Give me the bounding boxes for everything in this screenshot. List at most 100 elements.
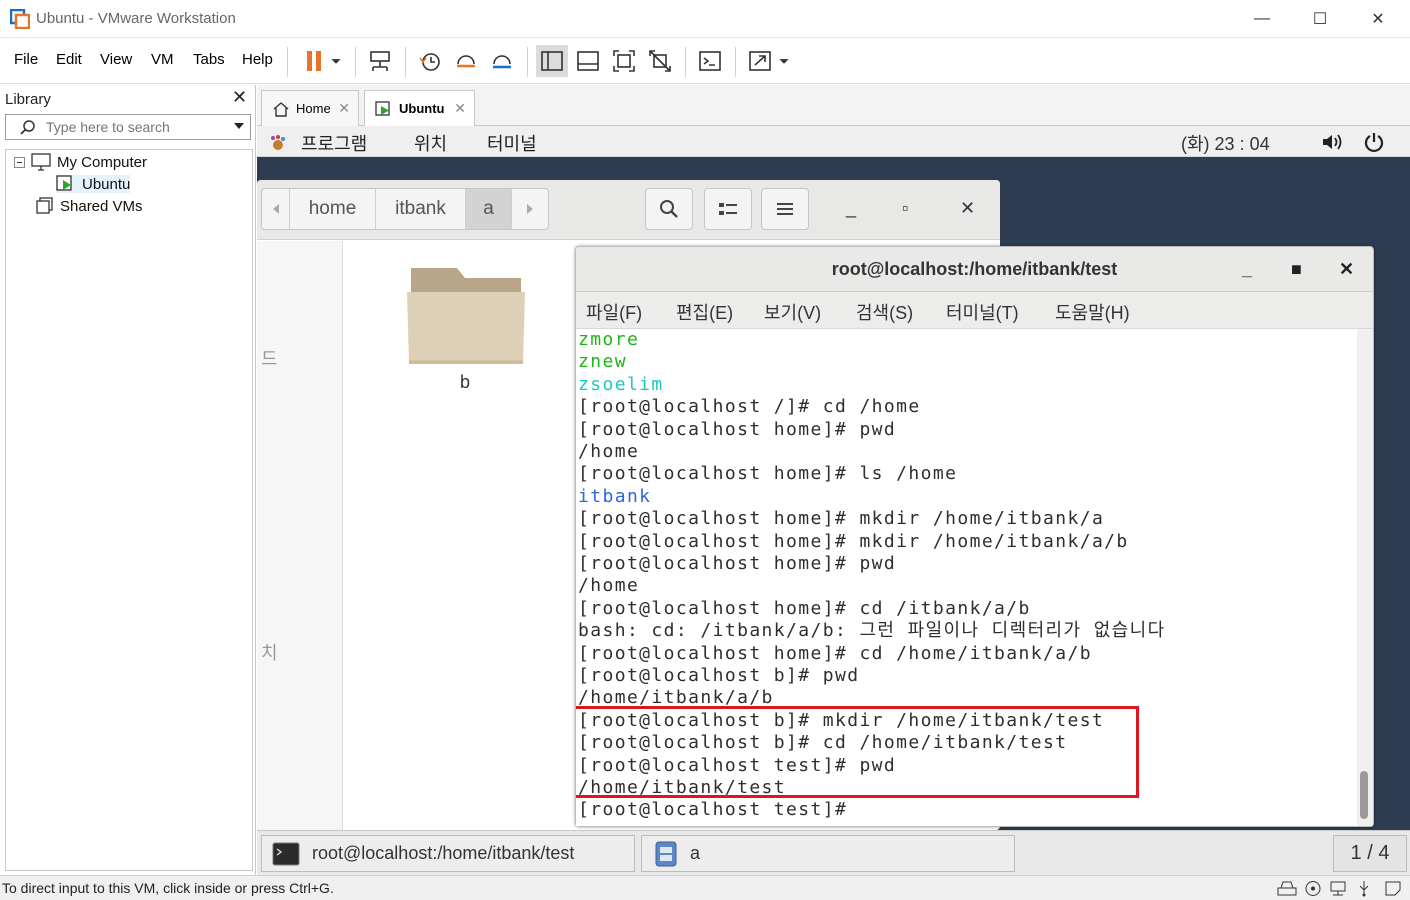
hard-disk-icon[interactable]	[1277, 880, 1297, 897]
library-search-input[interactable]	[46, 118, 226, 136]
terminal-line: /home	[578, 575, 640, 597]
revert-snapshot-button[interactable]	[450, 45, 482, 77]
terminal-line: [root@localhost home]# pwd	[578, 418, 897, 440]
send-ctrl-alt-del-button[interactable]	[364, 45, 396, 77]
folder-icon[interactable]	[405, 262, 527, 368]
terminal-menu-file[interactable]: 파일(F)	[586, 299, 642, 325]
places-menu[interactable]: 위치	[414, 130, 447, 156]
tree-item-ubuntu[interactable]: Ubuntu	[56, 175, 131, 193]
tab-strip: Home ✕ Ubuntu ✕	[257, 85, 1410, 126]
terminal-menu-help[interactable]: 도움말(H)	[1055, 299, 1130, 325]
tab-ubuntu-close-icon[interactable]: ✕	[454, 100, 466, 117]
menu-edit[interactable]: Edit	[56, 51, 82, 68]
terminal-menu-view[interactable]: 보기(V)	[764, 299, 821, 325]
display-message-icon[interactable]	[1384, 880, 1404, 897]
power-dropdown-button[interactable]	[324, 45, 348, 77]
snapshot-button[interactable]	[414, 45, 446, 77]
cd-dvd-icon[interactable]	[1303, 880, 1323, 897]
volume-icon[interactable]	[1321, 132, 1345, 152]
terminal-line: [root@localhost b]# cd /home/itbank/test	[578, 732, 1068, 754]
tree-item-shared-vms[interactable]: Shared VMs	[36, 197, 143, 215]
tab-home-close-icon[interactable]: ✕	[338, 100, 350, 117]
scrollbar-thumb[interactable]	[1360, 771, 1368, 819]
workspace-pager[interactable]: 1 / 4	[1333, 835, 1407, 872]
vmware-logo-icon	[10, 9, 30, 29]
folder-label[interactable]: b	[460, 372, 470, 393]
search-dropdown-icon[interactable]	[234, 123, 244, 129]
gnome-foot-icon[interactable]	[269, 134, 287, 152]
sidebar-label-fragment[interactable]: 드	[261, 345, 278, 371]
gnome-top-bar: 프로그램 위치 터미널 (화) 23 : 04	[257, 126, 1410, 157]
console-view-button[interactable]	[694, 45, 726, 77]
terminal-line: [root@localhost test]# pwd	[578, 754, 897, 776]
terminal-menu[interactable]: 터미널	[487, 130, 537, 156]
terminal-line: [root@localhost home]# cd /home/itbank/a…	[578, 642, 1092, 664]
chevron-down-icon	[331, 59, 341, 64]
sidebar-label-fragment[interactable]: 치	[261, 639, 278, 665]
path-forward-button[interactable]	[512, 189, 548, 229]
files-view-toggle-button[interactable]	[704, 188, 752, 230]
path-back-button[interactable]	[262, 189, 290, 229]
terminal-menubar: 파일(F) 편집(E) 보기(V) 검색(S) 터미널(T) 도움말(H)	[576, 292, 1373, 329]
terminal-titlebar: root@localhost:/home/itbank/test _ ■ ✕	[576, 247, 1373, 292]
terminal-close-button[interactable]: ✕	[1339, 259, 1354, 280]
maximize-button[interactable]: ☐	[1291, 0, 1349, 38]
applications-menu[interactable]: 프로그램	[301, 130, 367, 156]
network-adapter-icon[interactable]	[1328, 880, 1348, 897]
taskbar-item-files[interactable]: a	[641, 835, 1015, 872]
terminal-menu-terminal[interactable]: 터미널(T)	[946, 299, 1019, 325]
guest-screen[interactable]: 프로그램 위치 터미널 (화) 23 : 04 home itbank a _ …	[257, 126, 1410, 875]
menu-file[interactable]: File	[14, 51, 38, 68]
files-search-button[interactable]	[645, 188, 693, 230]
terminal-menu-search[interactable]: 검색(S)	[856, 299, 913, 325]
file-cabinet-icon	[655, 841, 677, 866]
minimize-button[interactable]: —	[1233, 0, 1291, 38]
library-close-button[interactable]: ✕	[232, 87, 247, 108]
power-icon[interactable]	[1363, 131, 1385, 153]
terminal-line: [root@localhost b]# pwd	[578, 665, 860, 686]
library-search-box[interactable]	[5, 114, 251, 140]
terminal-minimize-button[interactable]: _	[1242, 259, 1252, 280]
terminal-menu-edit[interactable]: 편집(E)	[676, 299, 733, 325]
files-maximize-button[interactable]: ▫	[902, 198, 908, 219]
chevron-left-icon	[272, 204, 279, 214]
tab-home[interactable]: Home ✕	[261, 90, 359, 126]
tree-label-ubuntu: Ubuntu	[82, 175, 131, 193]
show-library-button[interactable]	[536, 45, 568, 77]
unity-button[interactable]	[644, 45, 676, 77]
toolbar-separator	[355, 47, 356, 77]
files-menu-button[interactable]	[761, 188, 809, 230]
path-crumb-a[interactable]: a	[466, 189, 512, 229]
library-title: Library	[5, 91, 51, 108]
clock[interactable]: (화) 23 : 04	[1181, 130, 1270, 156]
menu-help[interactable]: Help	[242, 51, 273, 68]
taskbar-files-label: a	[690, 843, 701, 863]
usb-icon[interactable]	[1354, 880, 1374, 897]
snapshot-manager-button[interactable]	[486, 45, 518, 77]
path-crumb-home[interactable]: home	[290, 189, 376, 229]
tree-item-my-computer[interactable]: My Computer	[14, 153, 147, 171]
files-close-button[interactable]: ✕	[960, 198, 975, 219]
full-screen-button[interactable]	[608, 45, 640, 77]
files-minimize-button[interactable]: _	[846, 198, 856, 219]
vm-running-icon	[56, 175, 72, 191]
terminal-output[interactable]: zmore znew zsoelim [root@localhost /]# cd /…	[576, 329, 1356, 826]
vm-running-icon	[375, 100, 390, 116]
menu-view[interactable]: View	[100, 51, 132, 68]
terminal-scrollbar[interactable]	[1357, 329, 1373, 826]
stretch-dropdown-button[interactable]	[772, 45, 796, 77]
close-button[interactable]: ✕	[1349, 0, 1407, 38]
terminal-maximize-button[interactable]: ■	[1291, 259, 1302, 280]
tab-ubuntu[interactable]: Ubuntu ✕	[364, 90, 475, 126]
terminal-window[interactable]: root@localhost:/home/itbank/test _ ■ ✕ 파…	[575, 246, 1374, 827]
menu-vm[interactable]: VM	[151, 51, 174, 68]
thumbnail-bar-button[interactable]	[572, 45, 604, 77]
collapse-icon[interactable]	[14, 156, 25, 168]
taskbar-item-terminal[interactable]: root@localhost:/home/itbank/test	[261, 835, 635, 872]
toolbar-separator	[527, 47, 528, 77]
path-crumb-itbank[interactable]: itbank	[376, 189, 466, 229]
computer-icon	[31, 153, 51, 171]
menu-tabs[interactable]: Tabs	[193, 51, 225, 68]
terminal-line: itbank	[578, 485, 652, 507]
toolbar-separator	[735, 47, 736, 77]
